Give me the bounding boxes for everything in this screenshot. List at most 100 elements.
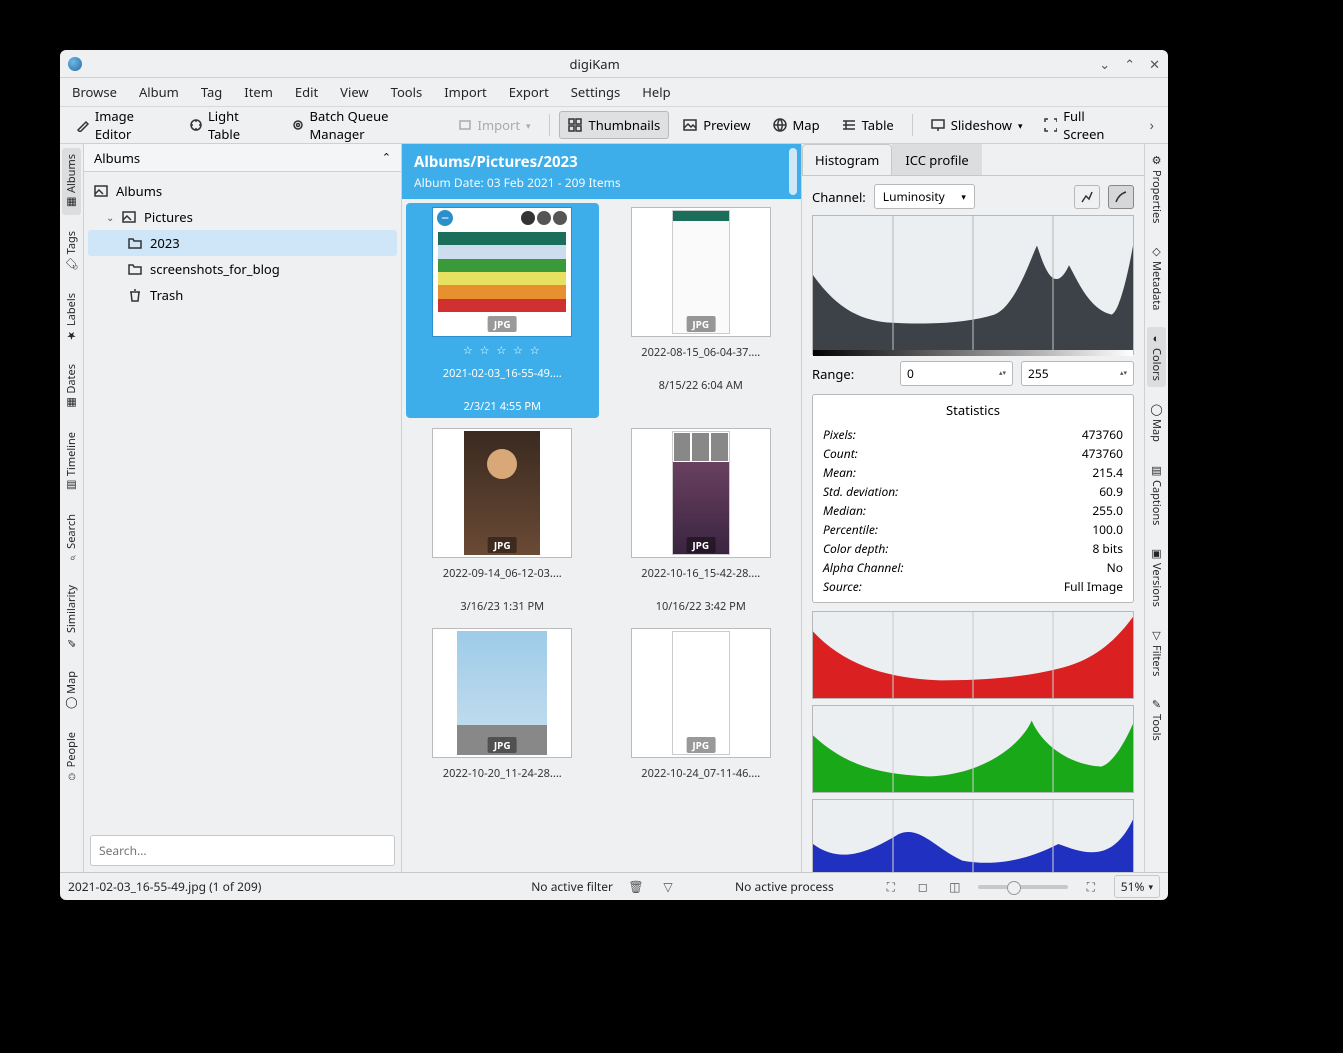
stat-row: Count:473760 [823, 444, 1123, 463]
menu-album[interactable]: Album [139, 83, 179, 101]
stat-key: Mean: [823, 464, 856, 481]
batch-queue-button[interactable]: Batch Queue Manager [283, 103, 444, 147]
trash-icon[interactable]: 🗑 [627, 878, 645, 896]
right-tab-metadata[interactable]: ◇Metadata [1147, 239, 1166, 316]
fit-window-icon[interactable]: ⛶ [882, 878, 900, 896]
right-tab-versions[interactable]: ▣Versions [1147, 541, 1166, 613]
left-tab-similarity[interactable]: ✎Similarity [62, 579, 81, 655]
right-tab-map[interactable]: ◯Map [1147, 397, 1166, 448]
menu-export[interactable]: Export [509, 83, 549, 101]
preview-button[interactable]: Preview [675, 112, 758, 138]
thumbnail-item[interactable]: −JPG☆ ☆ ☆ ☆ ☆2021-02-03_16-55-49....2/3/… [406, 203, 599, 418]
minimize-button[interactable]: ⌄ [1099, 55, 1110, 73]
thumbnails-label: Thumbnails [588, 116, 660, 134]
tab-icc-profile[interactable]: ICC profile [892, 144, 981, 175]
right-tab-captions[interactable]: ▤Captions [1147, 458, 1166, 531]
linear-scale-button[interactable] [1074, 185, 1100, 209]
tab-histogram[interactable]: Histogram [802, 144, 892, 175]
table-label: Table [862, 116, 894, 134]
left-tab-people[interactable]: ☺People [62, 726, 81, 788]
separator [549, 114, 550, 136]
deselect-icon[interactable]: − [437, 210, 453, 226]
scrollbar[interactable] [789, 148, 797, 195]
right-tab-colors[interactable]: ◐Colors [1147, 327, 1166, 387]
zoom-select[interactable]: 51% ▾ [1114, 875, 1160, 898]
close-button[interactable]: ✕ [1149, 55, 1160, 73]
slideshow-label: Slideshow [951, 116, 1012, 134]
image-editor-button[interactable]: Image Editor [68, 103, 175, 147]
right-tab-properties[interactable]: ⚙Properties [1147, 148, 1166, 229]
stat-key: Std. deviation: [823, 483, 898, 500]
left-tab-map[interactable]: ◯Map [62, 665, 81, 716]
luminosity-histogram[interactable] [812, 215, 1134, 355]
table-icon [842, 118, 856, 132]
tree-pictures[interactable]: ⌄ Pictures [88, 204, 397, 230]
map-button[interactable]: Map [765, 112, 828, 138]
stat-row: Mean:215.4 [823, 463, 1123, 482]
thumbnail-item[interactable]: JPG2022-10-16_15-42-28....10/16/22 3:42 … [605, 424, 798, 618]
tree-trash[interactable]: Trash [88, 282, 397, 308]
collapse-icon[interactable]: ⌃ [382, 150, 391, 165]
left-tab-timeline[interactable]: ▤Timeline [62, 426, 81, 498]
zoom-slider[interactable] [978, 885, 1068, 889]
stat-row: Color depth:8 bits [823, 539, 1123, 558]
fullscreen-button[interactable]: Full Screen [1036, 103, 1131, 147]
table-button[interactable]: Table [834, 112, 902, 138]
menu-edit[interactable]: Edit [295, 83, 318, 101]
range-min-input[interactable]: 0▴▾ [900, 361, 1013, 386]
log-scale-button[interactable] [1108, 185, 1134, 209]
channel-select[interactable]: Luminosity ▾ [874, 184, 975, 209]
menu-view[interactable]: View [340, 83, 368, 101]
menubar: Browse Album Tag Item Edit View Tools Im… [60, 78, 1168, 106]
tree-2023[interactable]: 2023 [88, 230, 397, 256]
thumbnail-date: 8/15/22 6:04 AM [659, 378, 743, 393]
thumbnail-item[interactable]: JPG2022-08-15_06-04-37....8/15/22 6:04 A… [605, 203, 798, 418]
rating-stars[interactable]: ☆ ☆ ☆ ☆ ☆ [463, 343, 542, 358]
thumbnail-view: Albums/Pictures/2023 Album Date: 03 Feb … [402, 144, 802, 872]
left-tab-albums[interactable]: ▦Albums [62, 148, 81, 215]
menu-help[interactable]: Help [642, 83, 670, 101]
menu-browse[interactable]: Browse [72, 83, 117, 101]
range-max-input[interactable]: 255▴▾ [1021, 361, 1134, 386]
pencil-icon [76, 118, 89, 132]
right-tab-tools[interactable]: ✎Tools [1147, 692, 1166, 747]
rotate-left-icon[interactable] [537, 211, 551, 225]
light-table-button[interactable]: Light Table [181, 103, 277, 147]
right-tab-filters[interactable]: ▽Filters [1147, 623, 1166, 682]
zoom-fit-icon[interactable]: ⛶ [1082, 878, 1100, 896]
tree-root-albums[interactable]: Albums [88, 178, 397, 204]
menu-import[interactable]: Import [444, 83, 486, 101]
toolbar-overflow-icon[interactable]: › [1144, 116, 1160, 135]
stat-row: Pixels:473760 [823, 425, 1123, 444]
search-input[interactable] [90, 835, 395, 866]
funnel-icon: ▽ [1149, 629, 1164, 642]
menu-tag[interactable]: Tag [201, 83, 222, 101]
separator [912, 114, 913, 136]
caption-icon: ▤ [1149, 464, 1164, 477]
left-tab-labels[interactable]: ★Labels [62, 287, 81, 348]
menu-settings[interactable]: Settings [571, 83, 620, 101]
menu-item[interactable]: Item [244, 83, 273, 101]
log-icon [1114, 190, 1128, 204]
thumbnail-item[interactable]: JPG2022-09-14_06-12-03....3/16/23 1:31 P… [406, 424, 599, 618]
zoom-100-icon[interactable]: ◫ [946, 878, 964, 896]
funnel-icon[interactable]: ▽ [659, 878, 677, 896]
rotate-right-icon[interactable] [553, 211, 567, 225]
menu-tools[interactable]: Tools [391, 83, 423, 101]
tree-screenshots[interactable]: screenshots_for_blog [88, 256, 397, 282]
chevron-down-icon: ⌄ [106, 210, 116, 224]
maximize-button[interactable]: ⌃ [1124, 55, 1135, 73]
palette-icon: ◐ [1149, 333, 1164, 345]
thumbnail-item[interactable]: JPG2022-10-24_07-11-46.... [605, 624, 798, 785]
fit-selection-icon[interactable]: ◻ [914, 878, 932, 896]
thumbnails-button[interactable]: Thumbnails [559, 111, 669, 139]
left-tab-tags[interactable]: 🏷Tags [62, 225, 81, 277]
slideshow-button[interactable]: Slideshow ▾ [923, 112, 1031, 138]
import-button[interactable]: Import ▾ [450, 112, 539, 138]
left-tab-search[interactable]: ⌕Search [62, 508, 81, 569]
thumbnail-image: JPG [432, 628, 572, 758]
thumbnail-date: 3/16/23 1:31 PM [460, 599, 544, 614]
thumbnail-item[interactable]: JPG2022-10-20_11-24-28.... [406, 624, 599, 785]
left-tab-dates[interactable]: ▦Dates [62, 358, 81, 416]
play-icon[interactable] [521, 211, 535, 225]
